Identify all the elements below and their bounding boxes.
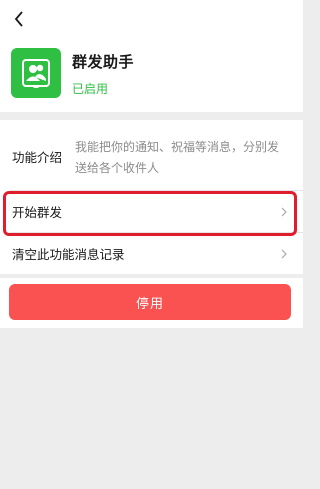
stop-button[interactable]: 停用 — [9, 284, 291, 320]
chevron-right-icon — [281, 249, 287, 258]
app-info: 群发助手 已启用 — [11, 48, 134, 98]
clear-records-row[interactable]: 清空此功能消息记录 — [0, 233, 303, 274]
group-users-icon — [11, 48, 61, 98]
app-header: 群发助手 已启用 — [0, 0, 303, 112]
back-button[interactable] — [9, 9, 29, 29]
chevron-right-icon — [281, 207, 287, 216]
intro-label: 功能介绍 — [12, 150, 63, 165]
intro-row: 功能介绍 我能把你的通知、祝福等消息，分别发送给各个收件人 — [0, 120, 303, 190]
app-name: 群发助手 — [72, 53, 135, 71]
clear-records-label: 清空此功能消息记录 — [12, 247, 125, 262]
start-mass-send-row[interactable]: 开始群发 — [0, 191, 303, 232]
chevron-left-icon — [14, 11, 23, 27]
app-status: 已启用 — [72, 82, 109, 96]
settings-panel: 功能介绍 我能把你的通知、祝福等消息，分别发送给各个收件人 开始群发 清空此功能… — [0, 120, 303, 274]
start-mass-send-label: 开始群发 — [12, 205, 63, 220]
intro-text: 我能把你的通知、祝福等消息，分别发送给各个收件人 — [75, 140, 280, 175]
